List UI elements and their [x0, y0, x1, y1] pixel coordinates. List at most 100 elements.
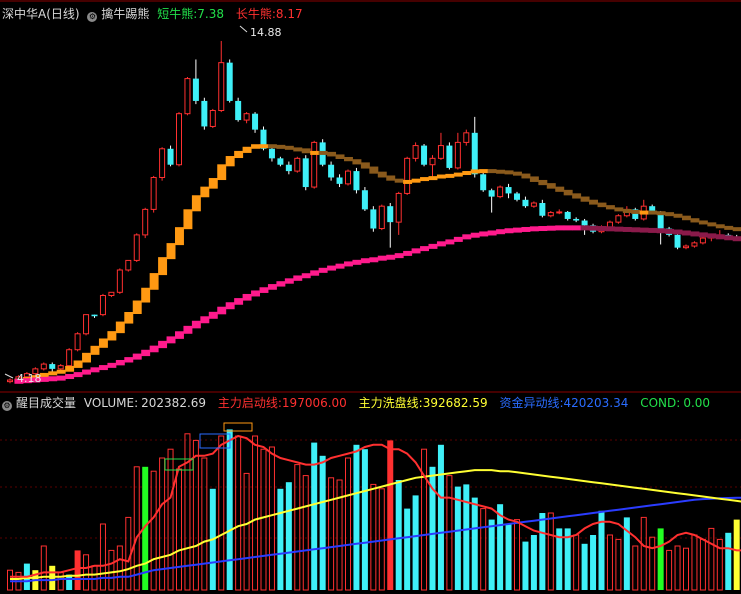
short-line-block — [149, 273, 159, 290]
volume-settings-icon[interactable]: ⚙ — [2, 401, 12, 411]
short-line-block — [445, 173, 455, 178]
short-line-block — [732, 227, 741, 232]
long-line-block — [132, 353, 142, 360]
candle-body — [235, 100, 242, 121]
long-line-block — [65, 374, 75, 380]
candle-body — [150, 176, 157, 210]
short-line-block — [107, 331, 117, 341]
volume-bars — [7, 429, 740, 591]
long-line-block — [622, 226, 632, 232]
short-line-block — [259, 144, 269, 149]
candle-body — [268, 148, 275, 159]
short-line-block — [65, 365, 75, 372]
candle-body — [167, 148, 174, 165]
volume-bar — [539, 513, 546, 590]
volume-bar — [505, 524, 512, 590]
short-line-block — [158, 257, 168, 276]
short-line-block — [631, 209, 641, 214]
long-line-block — [707, 233, 717, 239]
short-line-block — [200, 186, 210, 198]
short-line-block — [428, 176, 438, 181]
long-line-block — [259, 287, 269, 293]
short-line-block — [132, 300, 142, 314]
volume-bar — [522, 541, 529, 590]
volume-bar — [83, 554, 90, 591]
candle-body — [454, 141, 461, 169]
low-arrow — [4, 373, 14, 379]
long-line-block — [90, 367, 100, 373]
long-line-block — [234, 298, 244, 305]
long-line-block — [648, 227, 658, 233]
long-line-block — [225, 302, 235, 310]
short-line-block — [639, 210, 649, 215]
short-line-block — [614, 207, 624, 212]
candle-body — [437, 145, 444, 159]
candle-body — [133, 234, 140, 261]
short-line-block — [318, 150, 328, 155]
candle-body — [57, 365, 64, 370]
price-panel-header: 深中华A(日线) ⚙ 擒牛踢熊 短牛熊:7.38 长牛熊:8.17 — [2, 6, 311, 22]
long-line-block — [175, 331, 184, 339]
candle-body — [564, 211, 571, 219]
candle-body — [243, 113, 250, 121]
candle-body — [209, 110, 216, 127]
candle-body — [370, 209, 377, 229]
short-line-block — [715, 224, 725, 229]
candle-body — [91, 314, 98, 317]
wash-line-group: 主力洗盘线:392682.59 — [358, 396, 488, 410]
volume-bar — [421, 448, 428, 591]
volume-bar — [387, 440, 394, 590]
short-line-block — [48, 371, 58, 376]
short-line-block — [479, 169, 489, 174]
short-line-block — [301, 148, 311, 154]
candle-body — [277, 158, 284, 165]
long-line-block — [149, 345, 159, 353]
long-line-block — [208, 311, 218, 319]
high-label: 14.88 — [250, 26, 282, 39]
candle-body — [302, 158, 309, 188]
short-line-block — [538, 179, 548, 186]
volume-bar — [192, 439, 199, 591]
long-line-block — [284, 278, 294, 284]
chart-canvas: 14.88 4.18 — [0, 0, 741, 591]
long-line-block — [335, 263, 345, 269]
volume-bar — [404, 508, 411, 590]
long-line-block — [715, 234, 725, 240]
volume-bar — [691, 534, 698, 591]
volume-bar — [345, 457, 351, 591]
short-line-block — [420, 177, 429, 182]
long-line-block — [445, 239, 455, 245]
indicator-settings-icon[interactable]: ⚙ — [87, 12, 98, 22]
volume-bar — [733, 519, 740, 590]
indicator-name: 擒牛踢熊 — [101, 7, 150, 21]
short-line-block — [344, 156, 353, 162]
long-line-block — [504, 228, 514, 234]
volume-bar — [108, 549, 115, 591]
short-line-block — [267, 144, 277, 149]
candle-body — [108, 291, 115, 296]
candle-body — [328, 164, 335, 178]
candle-body — [184, 78, 191, 115]
long-line-block — [242, 293, 252, 301]
candle-body — [421, 145, 428, 165]
short-line-block — [310, 150, 320, 155]
candle-body — [74, 333, 81, 351]
long-line-block — [538, 226, 548, 232]
long-line-block — [352, 259, 362, 265]
volume-bar — [471, 497, 478, 590]
short-line-block — [335, 154, 345, 159]
fund-line-group: 资金异动线:420203.34 — [499, 396, 629, 410]
long-line-block — [436, 241, 446, 247]
short-line-block — [656, 211, 666, 216]
long-line-block — [496, 229, 506, 235]
short-line-block — [115, 321, 125, 334]
volume-bar — [640, 516, 647, 591]
short-line-block — [369, 166, 379, 174]
volume-bar — [615, 538, 622, 591]
long-line-block — [107, 362, 117, 368]
long-line-block — [597, 226, 607, 232]
long-line-block — [310, 270, 320, 276]
candle-body — [547, 212, 554, 217]
cond-group: COND: 0.00 — [640, 396, 711, 410]
short-line-block — [276, 144, 286, 149]
